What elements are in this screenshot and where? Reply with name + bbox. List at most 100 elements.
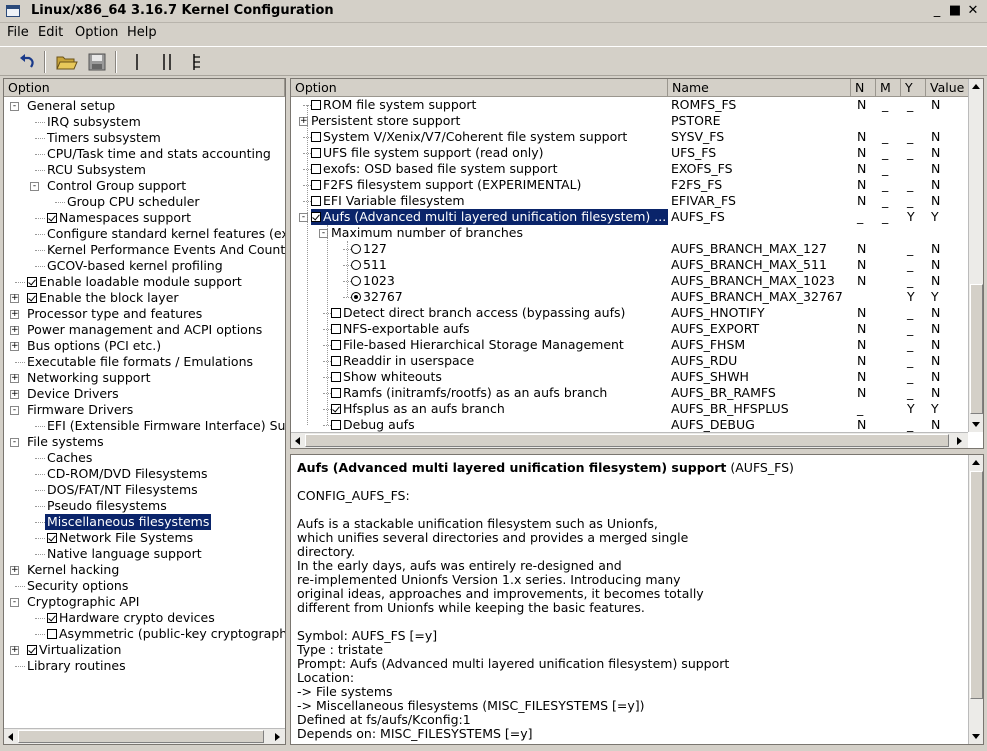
tree-item[interactable]: Kernel hacking <box>25 562 121 578</box>
checkbox-icon[interactable] <box>331 420 341 430</box>
tree-item[interactable]: Control Group support <box>45 178 188 194</box>
cell-n[interactable]: _ <box>857 209 863 225</box>
option-row[interactable]: exofs: OSD based file system support <box>311 161 559 177</box>
tree-item[interactable]: Miscellaneous filesystems <box>45 514 212 530</box>
menu-file[interactable]: File <box>7 25 29 40</box>
cell-y[interactable]: _ <box>907 337 913 353</box>
cell-n[interactable]: N <box>857 129 866 145</box>
cell-n[interactable]: N <box>857 321 866 337</box>
option-row[interactable]: Debug aufs <box>331 417 417 433</box>
tree-header-option[interactable]: Option <box>4 79 285 97</box>
expander-icon[interactable]: - <box>10 102 19 111</box>
expander-icon[interactable]: + <box>10 294 19 303</box>
menu-help[interactable]: Help <box>127 25 157 40</box>
checkbox-icon[interactable] <box>311 180 321 190</box>
option-row[interactable]: System V/Xenix/V7/Coherent file system s… <box>311 129 629 145</box>
tree-item[interactable]: Device Drivers <box>25 386 121 402</box>
checkbox-icon[interactable] <box>311 196 321 206</box>
cell-y[interactable]: _ <box>907 305 913 321</box>
option-row[interactable]: F2FS filesystem support (EXPERIMENTAL) <box>311 177 583 193</box>
option-row[interactable]: 127 <box>351 241 389 257</box>
tree-item[interactable]: Executable file formats / Emulations <box>25 354 255 370</box>
tree-item[interactable]: Cryptographic API <box>25 594 141 610</box>
cell-y[interactable]: _ <box>907 385 913 401</box>
checkbox-icon[interactable] <box>331 372 341 382</box>
cell-n[interactable]: N <box>857 257 866 273</box>
tree-item[interactable]: Timers subsystem <box>45 130 163 146</box>
scroll-right-icon[interactable] <box>957 437 962 445</box>
option-row[interactable]: EFI Variable filesystem <box>311 193 467 209</box>
option-row[interactable]: Aufs (Advanced multi layered unification… <box>311 209 669 225</box>
cell-y[interactable]: _ <box>907 257 913 273</box>
option-row[interactable]: 511 <box>351 257 389 273</box>
checkbox-icon[interactable] <box>331 388 341 398</box>
cell-y[interactable]: _ <box>907 129 913 145</box>
cell-y[interactable]: _ <box>907 369 913 385</box>
list-hscrollbar[interactable] <box>291 432 968 448</box>
cell-m[interactable]: _ <box>882 161 888 177</box>
cell-m[interactable]: _ <box>882 145 888 161</box>
tree-item[interactable]: Enable loadable module support <box>25 274 244 290</box>
checkbox-icon[interactable] <box>331 324 341 334</box>
scroll-left-icon[interactable] <box>295 437 300 445</box>
list-header-option[interactable]: Option <box>291 79 668 97</box>
tree-item[interactable]: Bus options (PCI etc.) <box>25 338 163 354</box>
close-button[interactable]: ✕ <box>964 2 982 20</box>
cell-y[interactable]: Y <box>907 401 915 417</box>
tree-item[interactable]: Kernel Performance Events And Counte <box>45 242 285 258</box>
list-header-value[interactable]: Value <box>926 79 969 97</box>
cell-m[interactable]: _ <box>882 129 888 145</box>
tree-hscrollbar[interactable] <box>4 728 285 744</box>
cell-n[interactable]: N <box>857 97 866 113</box>
cell-n[interactable]: N <box>857 241 866 257</box>
expander-icon[interactable]: + <box>10 310 19 319</box>
list-header-y[interactable]: Y <box>901 79 926 97</box>
checkbox-icon[interactable] <box>331 340 341 350</box>
cell-n[interactable]: N <box>857 193 866 209</box>
tree-item[interactable]: RCU Subsystem <box>45 162 148 178</box>
cell-n[interactable]: N <box>857 385 866 401</box>
save-button[interactable] <box>84 49 110 75</box>
tree-item[interactable]: Native language support <box>45 546 204 562</box>
cell-y[interactable]: _ <box>907 193 913 209</box>
cell-y[interactable]: _ <box>907 145 913 161</box>
checkbox-icon[interactable] <box>311 132 321 142</box>
option-row[interactable]: Persistent store support <box>311 113 462 129</box>
back-button[interactable] <box>14 49 40 75</box>
list-vscroll-thumb[interactable] <box>970 284 983 414</box>
tree-item[interactable]: Networking support <box>25 370 153 386</box>
single-view-button[interactable] <box>124 49 150 75</box>
tree-item[interactable]: Group CPU scheduler <box>65 194 202 210</box>
cell-y[interactable]: _ <box>907 353 913 369</box>
checkbox-icon[interactable] <box>47 613 57 623</box>
tree-item[interactable]: Security options <box>25 578 130 594</box>
tree-item[interactable]: CD-ROM/DVD Filesystems <box>45 466 210 482</box>
expander-icon[interactable]: + <box>10 374 19 383</box>
option-row[interactable]: Ramfs (initramfs/rootfs) as an aufs bran… <box>331 385 609 401</box>
expander-icon[interactable]: + <box>10 342 19 351</box>
cell-m[interactable]: _ <box>882 177 888 193</box>
tree-item[interactable]: General setup <box>25 98 117 114</box>
checkbox-icon[interactable] <box>331 356 341 366</box>
cell-n[interactable]: N <box>857 177 866 193</box>
tree-item[interactable]: IRQ subsystem <box>45 114 143 130</box>
checkbox-icon[interactable] <box>47 213 57 223</box>
checkbox-icon[interactable] <box>311 100 321 110</box>
full-view-button[interactable] <box>184 49 210 75</box>
tree-item[interactable]: Namespaces support <box>45 210 193 226</box>
checkbox-icon[interactable] <box>331 308 341 318</box>
scroll-down-icon[interactable] <box>972 422 980 427</box>
scroll-down-icon[interactable] <box>972 734 980 739</box>
expander-icon[interactable]: - <box>10 598 19 607</box>
tree-item[interactable]: DOS/FAT/NT Filesystems <box>45 482 200 498</box>
tree-item[interactable]: Network File Systems <box>45 530 195 546</box>
tree-item[interactable]: CPU/Task time and stats accounting <box>45 146 273 162</box>
checkbox-icon[interactable] <box>311 164 321 174</box>
tree-item[interactable]: Virtualization <box>25 642 123 658</box>
option-row[interactable]: Maximum number of branches <box>331 225 525 241</box>
tree-item[interactable]: Hardware crypto devices <box>45 610 217 626</box>
cell-n[interactable]: N <box>857 305 866 321</box>
scroll-left-icon[interactable] <box>8 733 13 741</box>
menu-edit[interactable]: Edit <box>38 25 63 40</box>
option-row[interactable]: Show whiteouts <box>331 369 444 385</box>
